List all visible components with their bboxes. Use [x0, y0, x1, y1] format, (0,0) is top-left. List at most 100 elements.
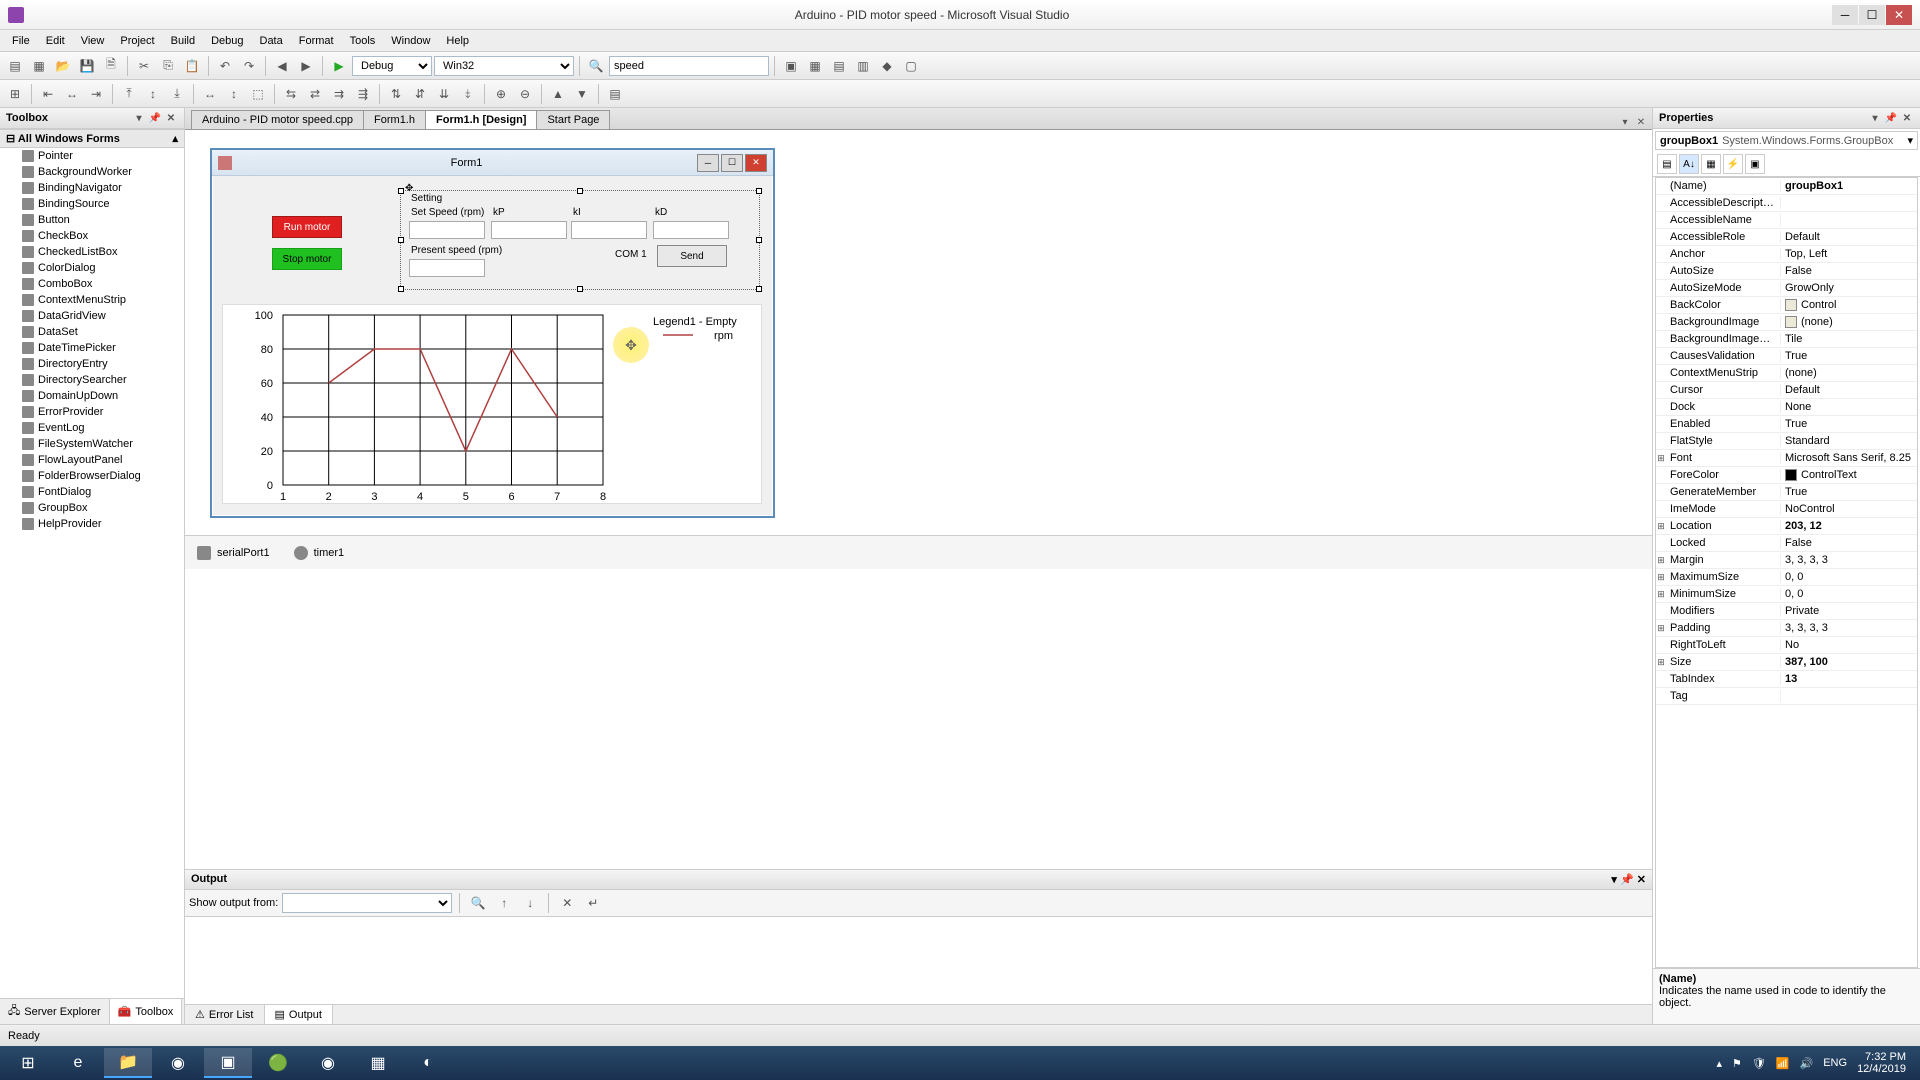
align-bot-icon[interactable]: ⤓: [166, 83, 188, 105]
resize-handle[interactable]: [756, 237, 762, 243]
toolbox-item[interactable]: GroupBox: [0, 500, 184, 516]
tray-lang[interactable]: ENG: [1823, 1057, 1847, 1069]
vspace-dec-icon[interactable]: ⇊: [433, 83, 455, 105]
server-explorer-tab[interactable]: 🖧Server Explorer: [0, 999, 110, 1024]
toolbox-item[interactable]: ErrorProvider: [0, 404, 184, 420]
input-present[interactable]: [409, 259, 485, 277]
doc-tab-cpp[interactable]: Arduino - PID motor speed.cpp: [191, 110, 364, 129]
input-kp[interactable]: [491, 221, 567, 239]
find-input[interactable]: [609, 56, 769, 76]
property-value[interactable]: Default: [1781, 384, 1917, 396]
tray-time[interactable]: 7:32 PM: [1857, 1051, 1906, 1063]
vspace-eq-icon[interactable]: ⇅: [385, 83, 407, 105]
close-button[interactable]: ✕: [1886, 5, 1912, 25]
center-v-icon[interactable]: ⊖: [514, 83, 536, 105]
output-tab[interactable]: ▤Output: [265, 1005, 333, 1024]
toolbox-item[interactable]: Button: [0, 212, 184, 228]
property-value[interactable]: Control: [1781, 299, 1917, 311]
tray-serialport[interactable]: serialPort1: [197, 546, 270, 560]
toolbox-item[interactable]: FileSystemWatcher: [0, 436, 184, 452]
toolbox-item[interactable]: FontDialog: [0, 484, 184, 500]
toolbox-dropdown-icon[interactable]: ▾: [132, 111, 146, 125]
property-object-selector[interactable]: groupBox1 System.Windows.Forms.GroupBox …: [1655, 131, 1918, 150]
expand-icon[interactable]: ⊞: [1656, 555, 1666, 566]
output-clear-icon[interactable]: ✕: [556, 892, 578, 914]
property-value[interactable]: NoControl: [1781, 503, 1917, 515]
property-value[interactable]: Microsoft Sans Serif, 8.25: [1781, 452, 1917, 464]
chevron-down-icon[interactable]: ▾: [1907, 134, 1913, 147]
output-wrap-icon[interactable]: ↵: [582, 892, 604, 914]
property-row[interactable]: DockNone: [1656, 399, 1917, 416]
vspace-rem-icon[interactable]: ⤈: [457, 83, 479, 105]
property-row[interactable]: GenerateMemberTrue: [1656, 484, 1917, 501]
property-value[interactable]: Default: [1781, 231, 1917, 243]
chart-control[interactable]: 0 20 40 60 80 100 1 2 3 4: [222, 304, 762, 504]
input-kd[interactable]: [653, 221, 729, 239]
chevron-up-icon[interactable]: ▴: [172, 132, 178, 145]
tab-order-icon[interactable]: ▤: [604, 83, 626, 105]
same-height-icon[interactable]: ↕: [223, 83, 245, 105]
menu-build[interactable]: Build: [163, 33, 203, 49]
toolbox-category[interactable]: ⊟ All Windows Forms▴: [0, 129, 184, 148]
resize-handle[interactable]: [577, 188, 583, 194]
chrome2-icon[interactable]: ◉: [304, 1048, 352, 1078]
hspace-rem-icon[interactable]: ⇶: [352, 83, 374, 105]
tray-volume-icon[interactable]: 🔊: [1800, 1057, 1814, 1070]
property-row[interactable]: AutoSizeModeGrowOnly: [1656, 280, 1917, 297]
cut-icon[interactable]: ✂: [133, 55, 155, 77]
tb-misc5-icon[interactable]: ◆: [876, 55, 898, 77]
property-row[interactable]: BackgroundImageLayoTile: [1656, 331, 1917, 348]
platform-combo[interactable]: Win32: [434, 56, 574, 76]
tb-misc2-icon[interactable]: ▦: [804, 55, 826, 77]
events-icon[interactable]: ⚡: [1723, 154, 1743, 174]
nav-back-icon[interactable]: ◀: [271, 55, 293, 77]
property-value[interactable]: 0, 0: [1781, 588, 1917, 600]
save-all-icon[interactable]: 🗎: [100, 55, 122, 77]
maximize-button[interactable]: ☐: [1859, 5, 1885, 25]
undo-icon[interactable]: ↶: [214, 55, 236, 77]
property-row[interactable]: AnchorTop, Left: [1656, 246, 1917, 263]
property-row[interactable]: LockedFalse: [1656, 535, 1917, 552]
output-body[interactable]: [185, 917, 1652, 1004]
toolbox-item[interactable]: CheckedListBox: [0, 244, 184, 260]
menu-project[interactable]: Project: [112, 33, 162, 49]
property-value[interactable]: No: [1781, 639, 1917, 651]
nav-fwd-icon[interactable]: ▶: [295, 55, 317, 77]
tab-dropdown-icon[interactable]: ▾: [1618, 115, 1632, 129]
property-row[interactable]: BackgroundImage(none): [1656, 314, 1917, 331]
open-icon[interactable]: 📂: [52, 55, 74, 77]
tab-close-icon[interactable]: ✕: [1634, 115, 1648, 129]
output-dropdown-icon[interactable]: ▾: [1611, 874, 1617, 886]
resize-handle[interactable]: [398, 237, 404, 243]
run-motor-button[interactable]: Run motor: [272, 216, 342, 238]
property-row[interactable]: ⊞Padding3, 3, 3, 3: [1656, 620, 1917, 637]
output-pin-icon[interactable]: 📌: [1620, 874, 1634, 886]
toolbox-item[interactable]: FolderBrowserDialog: [0, 468, 184, 484]
output-source-combo[interactable]: [282, 893, 452, 913]
start-button[interactable]: ⊞: [4, 1048, 52, 1078]
property-row[interactable]: ModifiersPrivate: [1656, 603, 1917, 620]
property-row[interactable]: ContextMenuStrip(none): [1656, 365, 1917, 382]
input-ki[interactable]: [571, 221, 647, 239]
toolbox-item[interactable]: BindingSource: [0, 196, 184, 212]
toolbox-item[interactable]: CheckBox: [0, 228, 184, 244]
doc-tab-start[interactable]: Start Page: [536, 110, 610, 129]
property-value[interactable]: Private: [1781, 605, 1917, 617]
property-row[interactable]: ImeModeNoControl: [1656, 501, 1917, 518]
tb-misc4-icon[interactable]: ▥: [852, 55, 874, 77]
output-next-icon[interactable]: ↓: [519, 892, 541, 914]
toolbox-close-icon[interactable]: ✕: [164, 111, 178, 125]
property-value[interactable]: False: [1781, 265, 1917, 277]
menu-window[interactable]: Window: [383, 33, 438, 49]
property-row[interactable]: RightToLeftNo: [1656, 637, 1917, 654]
toolbox-tab[interactable]: 🧰Toolbox: [110, 999, 183, 1024]
toolbox-item[interactable]: DateTimePicker: [0, 340, 184, 356]
toolbox-item[interactable]: ComboBox: [0, 276, 184, 292]
expand-icon[interactable]: ⊞: [1656, 657, 1666, 668]
resize-handle[interactable]: [756, 286, 762, 292]
tray-flag-icon[interactable]: ⚑: [1732, 1057, 1742, 1070]
app-icon[interactable]: 🟢: [254, 1048, 302, 1078]
toolbox-item[interactable]: FlowLayoutPanel: [0, 452, 184, 468]
property-value[interactable]: None: [1781, 401, 1917, 413]
menu-edit[interactable]: Edit: [38, 33, 73, 49]
